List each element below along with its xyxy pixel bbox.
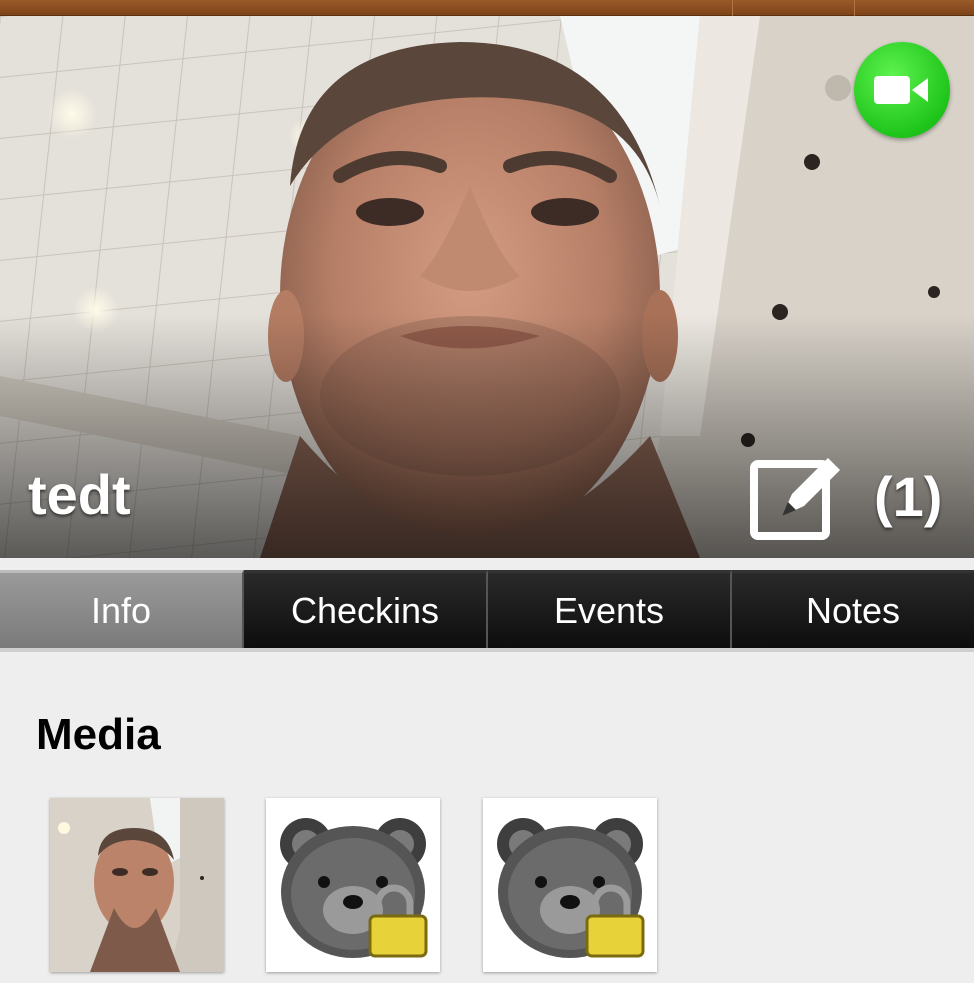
- tab-info[interactable]: Info: [0, 570, 244, 648]
- media-thumbnail-locked[interactable]: [483, 798, 657, 972]
- profile-name: tedt: [28, 463, 131, 526]
- tab-checkins[interactable]: Checkins: [244, 570, 488, 652]
- video-call-button[interactable]: [854, 42, 950, 138]
- edit-count: (1): [874, 465, 943, 528]
- edit-icon[interactable]: [748, 444, 848, 544]
- tab-events[interactable]: Events: [488, 570, 732, 648]
- bear-lock-icon: [483, 798, 657, 972]
- profile-header: tedt (1): [0, 16, 974, 558]
- tab-notes[interactable]: Notes: [732, 570, 974, 648]
- tab-label: Checkins: [290, 589, 440, 631]
- media-thumbnail-photo[interactable]: [50, 798, 224, 972]
- top-bar: [0, 0, 974, 16]
- video-camera-icon: [874, 76, 928, 104]
- tab-label: Info: [90, 589, 152, 631]
- media-thumbnail-locked[interactable]: [266, 798, 440, 972]
- profile-tabs: Info Checkins Events Notes: [0, 570, 974, 652]
- media-section-title: Media: [36, 710, 161, 759]
- photo-thumbnail-image: [50, 798, 224, 972]
- tab-label: Notes: [805, 589, 901, 631]
- bear-lock-icon: [266, 798, 440, 972]
- tab-label: Events: [553, 589, 665, 631]
